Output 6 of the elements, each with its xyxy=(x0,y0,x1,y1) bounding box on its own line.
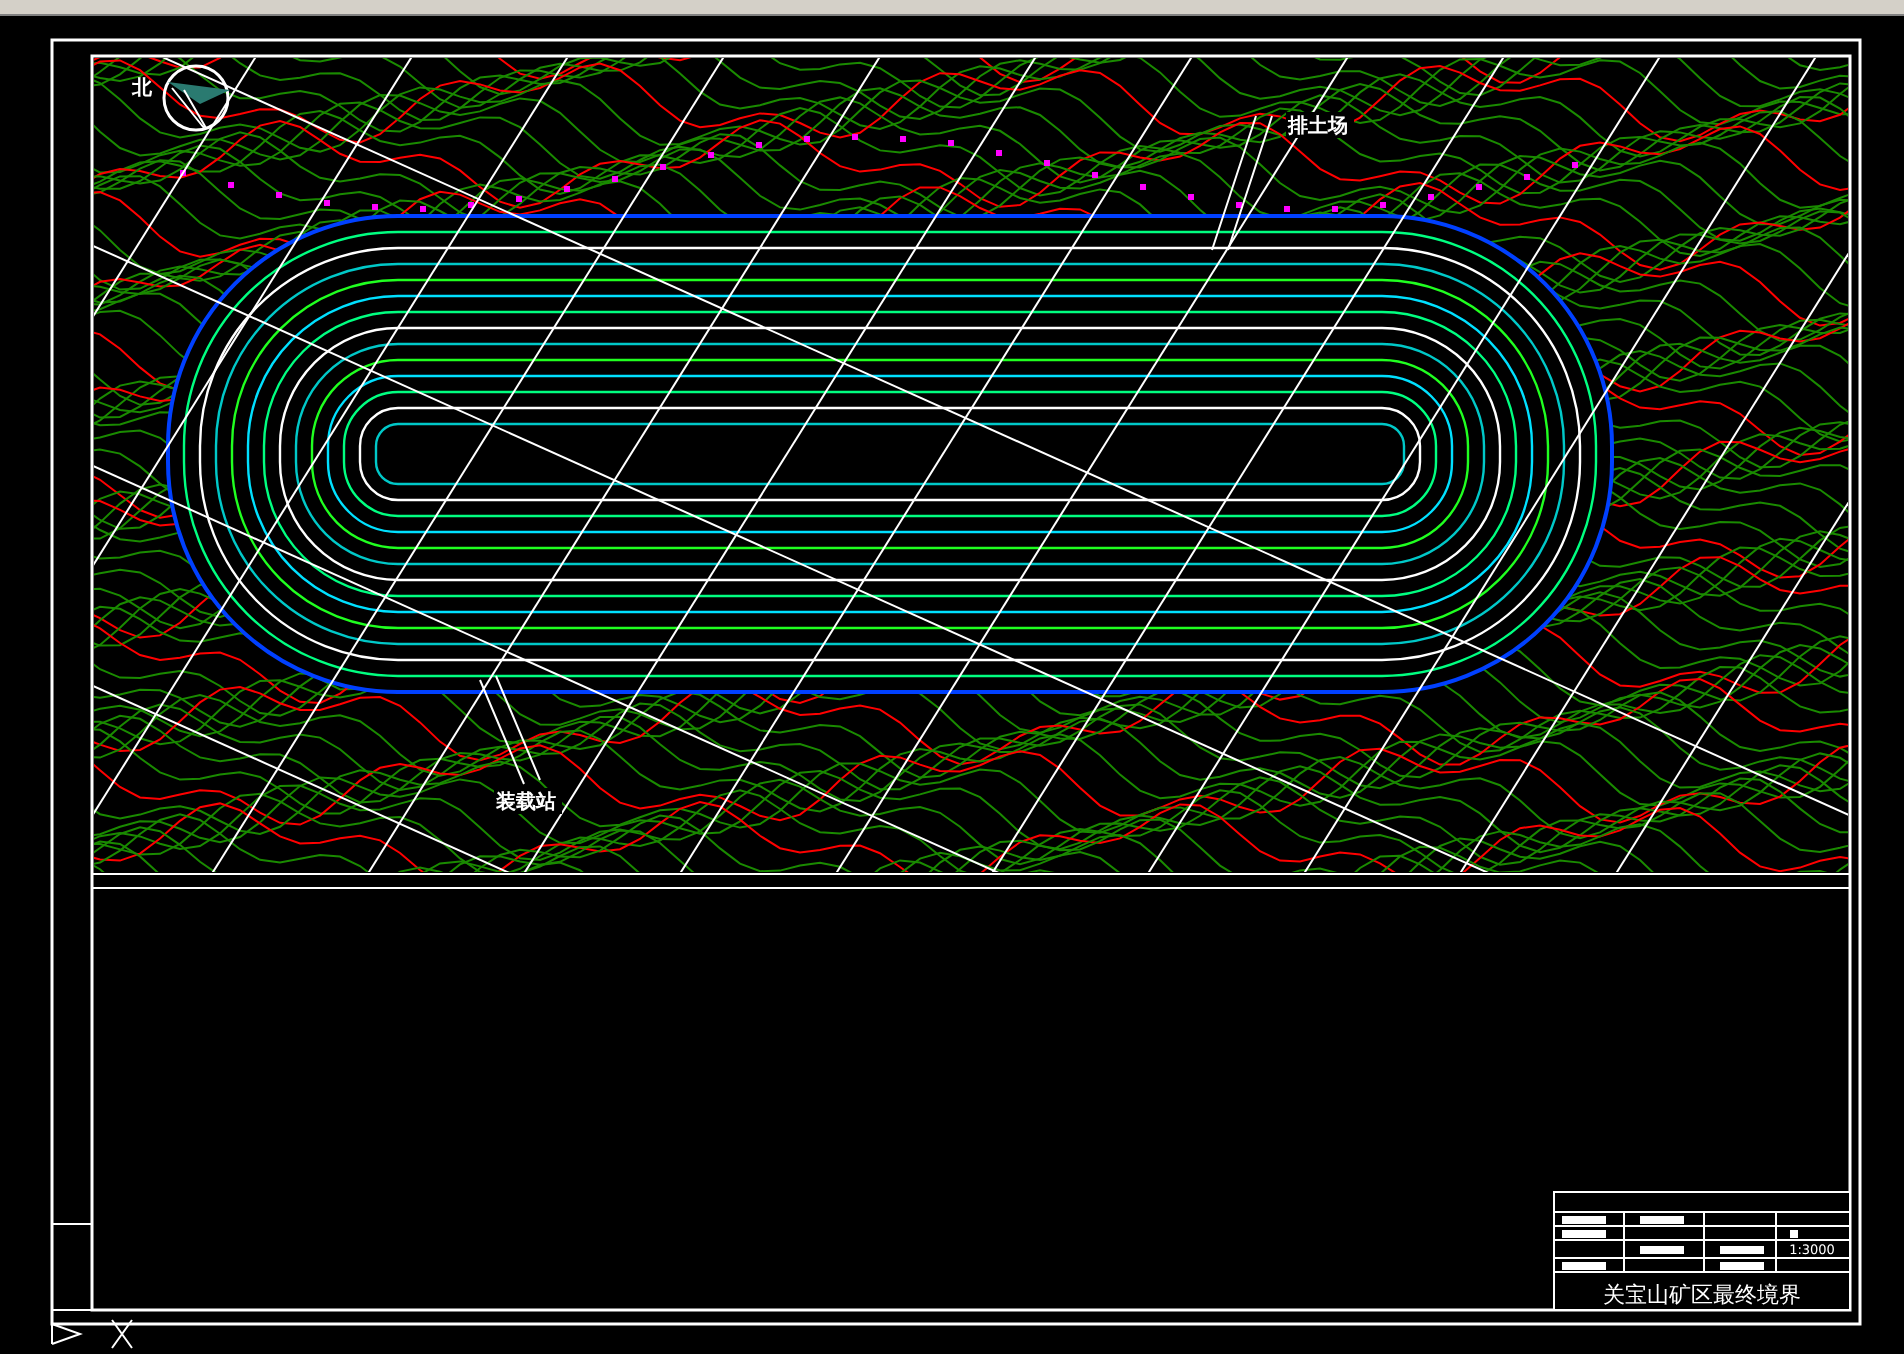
drawing-title: 关宝山矿区最终境界 xyxy=(1603,1282,1801,1308)
revision-table xyxy=(51,1223,93,1311)
ucs-icon xyxy=(51,1319,133,1349)
north-label: 北 xyxy=(132,78,152,100)
map-label: 排土场 xyxy=(1288,116,1348,138)
map-label: 装载站 xyxy=(496,792,556,814)
